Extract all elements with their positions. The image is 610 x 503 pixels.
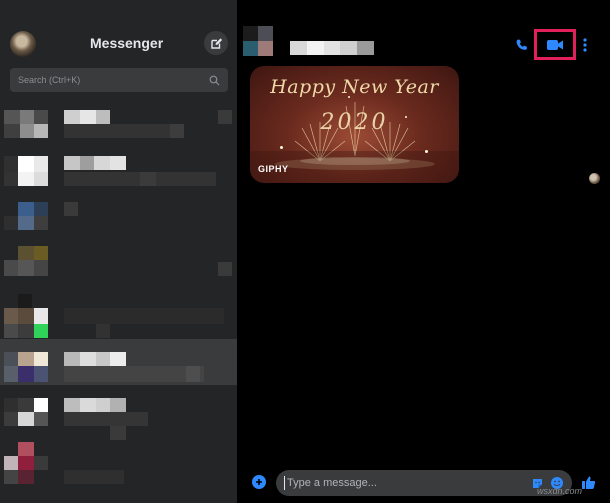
contact-avatar[interactable]: [243, 26, 273, 56]
conversation-item[interactable]: [0, 339, 237, 385]
gif-title: Happy New Year: [270, 76, 439, 98]
search-icon: [208, 74, 220, 86]
conversation-item[interactable]: [0, 246, 237, 292]
like-icon: [581, 476, 595, 489]
video-camera-icon: [547, 39, 563, 50]
message-composer[interactable]: [276, 470, 572, 496]
conversation-item[interactable]: [0, 390, 237, 440]
conversation-item[interactable]: [0, 294, 237, 340]
add-icon: [256, 479, 262, 485]
gif-year: 2020: [320, 110, 389, 135]
conversation-item[interactable]: [0, 152, 237, 198]
seen-indicator-avatar: [589, 173, 600, 184]
search-box[interactable]: [10, 68, 228, 92]
conversation-item[interactable]: [0, 102, 237, 148]
sidebar: Messenger: [0, 0, 237, 503]
compose-icon: [210, 37, 222, 49]
more-options-icon: [583, 38, 587, 52]
giphy-label: GIPHY: [258, 164, 289, 174]
new-message-button[interactable]: [204, 31, 228, 55]
video-call-button[interactable]: [539, 34, 571, 55]
add-button[interactable]: [252, 475, 266, 489]
watermark: wsxdn.com: [537, 486, 583, 496]
phone-icon: [516, 39, 527, 50]
conversation-item[interactable]: [0, 200, 237, 246]
message-input[interactable]: [287, 477, 524, 489]
audio-call-button[interactable]: [512, 35, 532, 55]
like-button[interactable]: [580, 474, 596, 490]
search-input[interactable]: [18, 75, 208, 85]
avatar[interactable]: [10, 31, 36, 57]
conversation-list: [0, 102, 237, 503]
more-options-button[interactable]: [578, 35, 592, 55]
gif-message[interactable]: Happy New Year 2020 GIPHY: [250, 66, 459, 183]
conversation-item[interactable]: [0, 436, 237, 484]
text-caret: [284, 476, 285, 490]
contact-name[interactable]: [290, 41, 374, 55]
app-title: Messenger: [90, 35, 164, 51]
